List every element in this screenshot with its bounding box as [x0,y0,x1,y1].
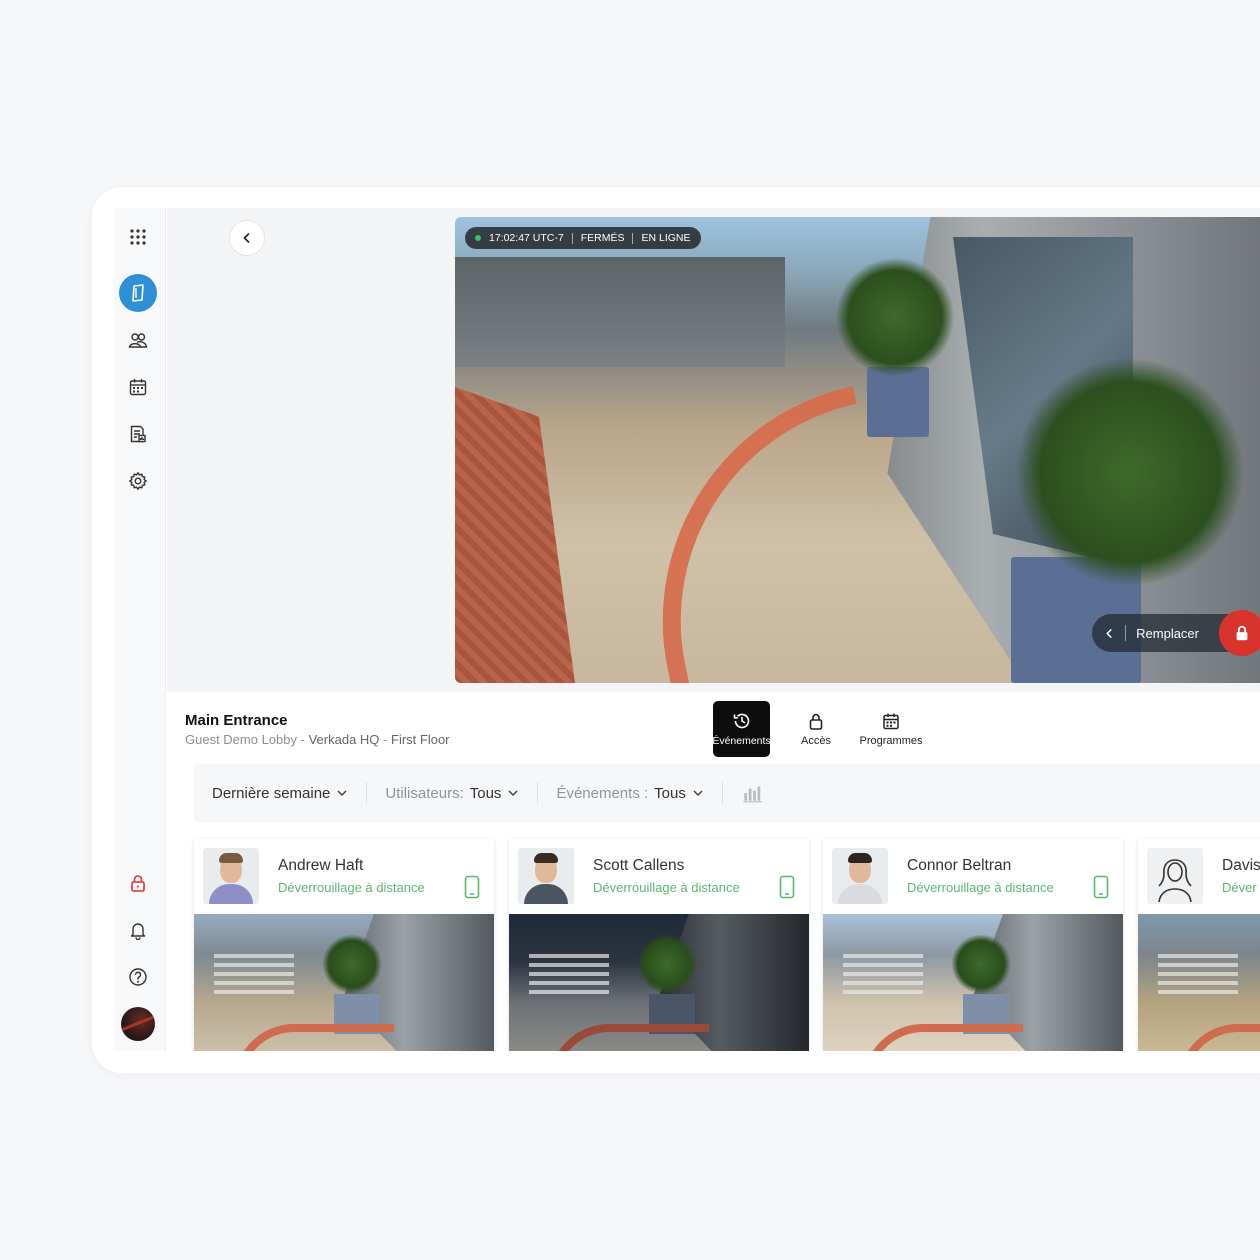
lock-toggle-button[interactable] [1219,610,1260,656]
override-label: Remplacer [1136,625,1199,641]
sidebar-item-users[interactable] [120,322,156,358]
app-screen: 17:02:47 UTC-7 FERMÉS EN LIGNE Remplacer… [114,208,1260,1051]
door-state: FERMÉS [580,232,625,244]
chevron-down-icon [508,790,518,797]
events-filter[interactable]: Événements : Tous [556,785,721,802]
event-user-name: Andrew Haft [278,857,364,874]
chevron-down-icon [337,790,347,797]
access-card-icon [132,284,144,302]
mobile-phone-icon [1093,875,1109,899]
person-silhouette-icon [1158,859,1192,903]
lockdown-button[interactable] [120,865,156,901]
event-user-name: Scott Callens [593,857,685,874]
camera-time: 17:02:47 UTC-7 [489,232,564,244]
video-panel: 17:02:47 UTC-7 FERMÉS EN LIGNE Remplacer [167,208,1260,692]
override-control: Remplacer [1092,610,1260,656]
user-avatar-placeholder [1147,848,1203,904]
notifications-button[interactable] [120,912,156,948]
events-filter-label: Événements : [556,784,649,802]
door-floor: First Floor [391,732,450,747]
event-card[interactable]: Connor Beltran Déverrouillage à distance [823,839,1123,1051]
apps-grid-icon[interactable] [120,219,156,255]
event-snapshot[interactable] [509,914,809,1051]
sidebar [114,208,166,1051]
users-icon [128,333,148,348]
bar-chart-icon [743,786,762,803]
lock-icon [131,875,145,892]
event-card[interactable]: Andrew Haft Déverrouillage à distance [194,839,494,1051]
calendar-icon [883,713,899,730]
lock-icon [1236,625,1248,641]
tab-access-label: Accès [801,735,831,747]
analytics-button[interactable] [741,782,781,804]
event-filters: Dernière semaine Utilisateurs: Tous Évén… [194,764,1260,822]
gear-icon [129,472,147,490]
camera-status-pill: 17:02:47 UTC-7 FERMÉS EN LIGNE [465,227,701,249]
mobile-phone-icon [779,875,795,899]
tab-schedules-label: Programmes [859,735,923,747]
help-icon [129,968,147,986]
event-card[interactable]: Scott Callens Déverrouillage à distance [509,839,809,1051]
mobile-phone-icon [464,875,480,899]
event-action: Déver [1222,880,1257,895]
event-action: Déverrouillage à distance [278,880,425,895]
door-breadcrumb: Guest Demo Lobby - Verkada HQ - First Fl… [185,732,450,747]
chevron-left-icon [1106,628,1112,638]
chevron-left-icon [243,233,250,243]
event-user-name: Connor Beltran [907,857,1012,874]
users-filter-label: Utilisateurs: [385,784,464,802]
door-site: Verkada HQ [308,732,380,747]
help-button[interactable] [120,959,156,995]
event-action: Déverrouillage à distance [907,880,1054,895]
calendar-icon [129,379,147,396]
period-value: Dernière semaine [212,784,331,802]
history-icon [733,713,749,729]
tab-events[interactable]: Événements [712,701,771,757]
door-title: Main Entrance [185,712,288,729]
sidebar-item-reports[interactable] [120,416,156,452]
event-card[interactable]: Davis Déver [1138,839,1260,1051]
users-filter-value: Tous [469,784,502,802]
event-user-name: Davis [1222,857,1260,874]
door-location: Guest Demo Lobby [185,732,298,747]
sidebar-item-schedules[interactable] [120,369,156,405]
tab-schedules[interactable]: Programmes [854,701,928,757]
event-snapshot[interactable] [823,914,1123,1051]
event-snapshot[interactable] [194,914,494,1051]
tab-access[interactable]: Accès [790,701,842,757]
users-filter[interactable]: Utilisateurs: Tous [385,785,537,802]
report-icon [130,425,146,443]
user-avatar [518,848,574,904]
period-filter[interactable]: Dernière semaine [212,785,366,802]
live-camera-feed[interactable]: 17:02:47 UTC-7 FERMÉS EN LIGNE Remplacer [455,217,1260,683]
sidebar-item-doors[interactable] [119,274,157,312]
sidebar-item-settings[interactable] [120,463,156,499]
online-dot [475,235,481,241]
connection-state: EN LIGNE [641,232,691,244]
back-button[interactable] [229,220,265,256]
bell-icon [130,923,146,940]
chevron-down-icon [693,790,703,797]
event-snapshot[interactable] [1138,914,1260,1051]
tab-events-label: Événements [712,735,771,747]
user-avatar [832,848,888,904]
events-filter-value: Tous [654,784,686,802]
avatar[interactable] [121,1007,155,1041]
user-avatar [203,848,259,904]
lock-icon [809,713,823,730]
event-action: Déverrouillage à distance [593,880,740,895]
